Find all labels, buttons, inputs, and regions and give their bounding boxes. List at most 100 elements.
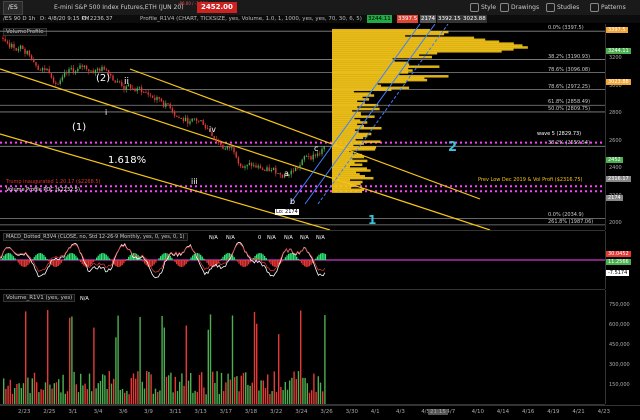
volume-bar [161, 316, 162, 404]
macd-histogram-bar [186, 260, 187, 264]
style-button[interactable]: Style [470, 0, 496, 15]
volume-bar [135, 379, 136, 404]
candle-body [299, 165, 300, 167]
time-label: 3/30 [346, 409, 358, 415]
candle-body [302, 160, 303, 165]
volume-bar [230, 380, 231, 404]
volume-bar [95, 388, 96, 404]
drawings-label: Drawings [511, 4, 539, 11]
macd-histogram-bar [46, 259, 47, 260]
symbol-selector[interactable]: /ES [3, 1, 23, 15]
chart-name[interactable]: /ES 90 D 1h [3, 15, 35, 23]
candle-body [75, 71, 76, 72]
volume-bar [263, 381, 264, 404]
macd-histogram-bar [234, 257, 235, 260]
volume-bar [21, 388, 22, 404]
price-chart-svg[interactable] [0, 24, 605, 230]
volume-axis[interactable]: 750,000600,000450,000300,000150,000 [605, 290, 640, 404]
macd-histogram-bar [45, 257, 46, 260]
volume-bar [137, 371, 138, 404]
candle-body [165, 103, 166, 106]
price-tag: 3244.11 [606, 48, 631, 54]
macd-histogram-bar [53, 260, 54, 266]
candle-body [183, 118, 184, 121]
volume-bar [93, 328, 94, 404]
price-tag: 3397.5 [606, 27, 628, 33]
drawings-button[interactable]: Drawings [500, 0, 539, 15]
time-label: 3/18 [245, 409, 257, 415]
candle-body [110, 74, 111, 76]
studies-button[interactable]: Studies [546, 0, 579, 15]
time-label: 3/4 [94, 409, 103, 415]
volume-bar [122, 389, 123, 404]
macd-chart-svg[interactable] [0, 231, 605, 289]
top-toolbar: /ES E-mini S&P 500 Index Futures,ETH (JU… [0, 0, 640, 16]
volume-bar [144, 389, 145, 404]
macd-histogram-bar [194, 254, 195, 260]
candle-body [2, 38, 3, 39]
macd-histogram-bar [322, 253, 323, 260]
volume-bar [241, 376, 242, 404]
candle-body [238, 158, 239, 164]
time-label: 4/14 [497, 409, 509, 415]
patterns-button[interactable]: Patterns [590, 0, 626, 15]
macd-histogram-bar [128, 257, 129, 260]
time-label: 3/24 [295, 409, 307, 415]
candle-body [121, 82, 122, 86]
study-value-3: 2174 [420, 15, 436, 23]
macd-histogram-bar [11, 255, 12, 260]
volume-bar [311, 390, 312, 404]
volume-bar [210, 314, 211, 404]
candle-body [9, 43, 10, 47]
volume-bar [232, 315, 233, 404]
macd-histogram-bar [42, 254, 43, 260]
volume-bar [234, 377, 235, 404]
macd-pane[interactable]: MACD_Dotted_R3V4 (CLOSE, no, Std 12-26-9… [0, 231, 605, 290]
volume-bar [170, 373, 171, 404]
time-label: 4/1 [371, 409, 380, 415]
volume-bar [300, 310, 301, 404]
candle-body [11, 44, 12, 47]
time-axis[interactable]: 2/232/253/13/43/63/93/113/133/173/183/22… [0, 405, 640, 420]
macd-histogram-bar [294, 255, 295, 260]
volume-bar [76, 384, 77, 404]
macd-histogram-bar [307, 260, 308, 267]
volume-pane[interactable]: Volume_R1V1 (yes, yes) N/A [0, 290, 605, 405]
candle-body [71, 68, 72, 69]
volume-bar [276, 392, 277, 404]
chart-info-row: /ES 90 D 1h D: 4/8/20 9:15 PM O: 2236.37… [0, 15, 640, 23]
volume-bar [115, 337, 116, 404]
volume-bar [73, 372, 74, 404]
volume-tick: 150,000 [609, 382, 630, 388]
price-pane[interactable]: VolumeProfile (2) ii (1) i iv iii a b c … [0, 24, 605, 231]
candle-body [225, 149, 226, 150]
macd-histogram-bar [134, 253, 135, 260]
volume-bar [49, 385, 50, 404]
macd-histogram-bar [107, 256, 108, 260]
macd-histogram-bar [29, 260, 30, 263]
time-label: 3/17 [220, 409, 232, 415]
candle-body [79, 65, 80, 68]
volume-chart-svg[interactable] [0, 290, 605, 404]
macd-histogram-bar [272, 260, 273, 266]
candle-body [178, 117, 179, 118]
candle-body [29, 51, 30, 56]
volume-bar [155, 389, 156, 404]
macd-histogram-bar [181, 260, 182, 267]
macd-histogram-bar [80, 260, 81, 262]
fib-level-label: 261.8% (1987.06) [548, 219, 593, 225]
macd-histogram-bar [141, 259, 142, 260]
candle-body [73, 68, 74, 72]
candle-body [112, 75, 113, 80]
volume-bar [289, 380, 290, 404]
volume-bar [148, 372, 149, 404]
profile-study[interactable]: Profile_R1V4 (CHART, TICKSIZE, yes, Volu… [140, 15, 362, 23]
volume-bar [304, 378, 305, 404]
candle-body [203, 120, 204, 125]
macd-histogram-bar [242, 260, 243, 267]
macd-histogram-bar [286, 255, 287, 260]
volume-bar [245, 372, 246, 404]
candle-body [44, 68, 45, 70]
price-tick: 3200 [609, 55, 622, 61]
volume-bar [157, 392, 158, 404]
